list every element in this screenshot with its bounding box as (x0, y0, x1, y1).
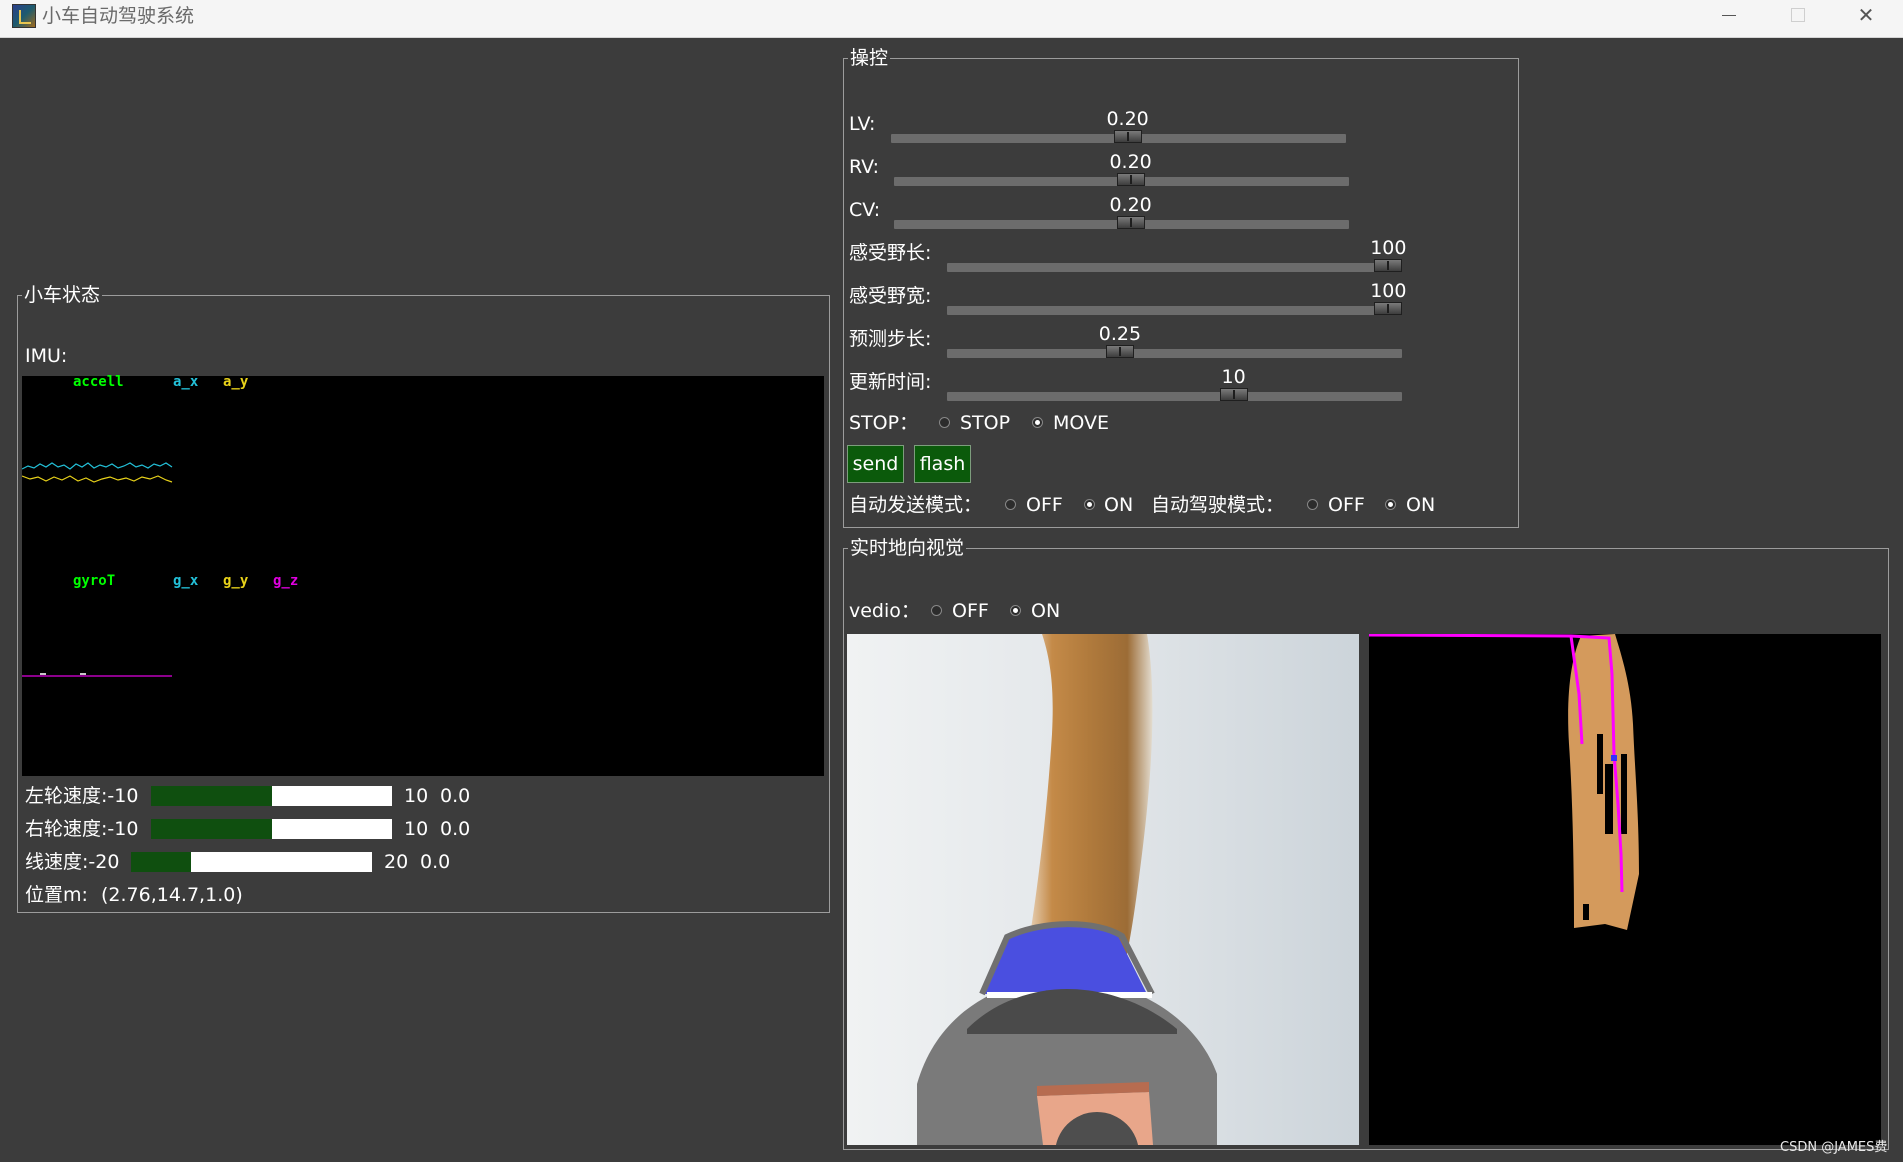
left-wheel-progress (151, 786, 392, 806)
position-label: 位置m: (25, 884, 88, 906)
close-button[interactable]: ✕ (1832, 0, 1900, 30)
send-button[interactable]: send (847, 445, 904, 483)
imu-plot: accell a_x a_y gyroT g_x g_y g_z (22, 374, 824, 776)
line-speed-fill (131, 852, 192, 872)
gyro-marker-1 (40, 673, 46, 675)
slider-update-time-value: 10 (1221, 366, 1246, 388)
position-value: (2.76,14.7,1.0) (101, 884, 243, 906)
slider-rv[interactable]: 0.20 (894, 151, 1349, 186)
app-window: 小车自动驾驶系统 ✕ 小车状态 IMU: accell a_x a_y gyro… (0, 0, 1903, 1162)
move-radio-label[interactable]: MOVE (1053, 411, 1109, 435)
slider-field-width-handle[interactable] (1374, 302, 1403, 315)
slider-field-length-label: 感受野长: (849, 242, 932, 264)
processed-scene (1369, 634, 1639, 930)
accel-y-curve (22, 475, 173, 483)
stop-mode-label: STOP： (849, 412, 919, 434)
right-wheel-fill (151, 819, 272, 839)
minimize-button[interactable] (1695, 0, 1763, 30)
slider-rv-label: RV: (849, 156, 880, 178)
app-icon (12, 4, 36, 28)
slider-field-width[interactable]: 100 (947, 280, 1406, 315)
camera-scene (847, 634, 1359, 1145)
right-wheel-progress (151, 819, 392, 839)
slider-cv-label: CV: (849, 199, 881, 221)
processed-view (1369, 634, 1881, 1145)
close-icon: ✕ (1857, 3, 1875, 27)
control-group-title: 操控 (848, 46, 891, 70)
auto-drive-on-label[interactable]: ON (1406, 493, 1435, 517)
stop-radio-label[interactable]: STOP (960, 411, 1010, 435)
slider-cv-handle[interactable] (1116, 216, 1145, 229)
slider-field-width-value: 100 (1370, 280, 1407, 302)
line-speed-progress (131, 852, 372, 872)
gyro-marker-2 (80, 673, 86, 675)
watermark: CSDN @JAMES费 (1780, 1140, 1888, 1155)
left-wheel-fill (151, 786, 272, 806)
slider-predict-step[interactable]: 0.25 (947, 323, 1402, 358)
auto-drive-off-radio[interactable] (1307, 499, 1318, 510)
road-mask (1568, 634, 1639, 930)
slider-rv-value: 0.20 (1109, 151, 1152, 173)
slider-cv-value: 0.20 (1109, 194, 1152, 216)
left-wheel-value: 0.0 (440, 785, 471, 807)
maximize-button[interactable] (1763, 0, 1831, 30)
line-speed-value: 0.0 (420, 851, 451, 873)
right-wheel-label: 右轮速度:-10 (25, 818, 139, 840)
slider-cv[interactable]: 0.20 (894, 194, 1349, 229)
vision-group-title: 实时地向视觉 (848, 536, 967, 560)
road-hole-3 (1621, 754, 1627, 834)
right-wheel-max: 10 (404, 818, 429, 840)
slider-field-length-value: 100 (1370, 237, 1407, 259)
slider-predict-step-handle[interactable] (1105, 345, 1134, 358)
video-off-radio[interactable] (931, 605, 942, 616)
slider-rv-handle[interactable] (1116, 173, 1145, 186)
status-group-title: 小车状态 (22, 283, 103, 307)
slider-lv-handle[interactable] (1113, 130, 1142, 143)
line-speed-label: 线速度:-20 (25, 851, 120, 873)
slider-lv-value: 0.20 (1106, 108, 1149, 130)
left-wheel-label: 左轮速度:-10 (25, 785, 139, 807)
slider-predict-step-label: 预测步长: (849, 328, 932, 350)
title-bar[interactable]: 小车自动驾驶系统 ✕ (0, 0, 1903, 38)
video-on-label[interactable]: ON (1031, 599, 1060, 623)
accel-x-curve (22, 462, 173, 470)
video-on-radio[interactable] (1010, 605, 1021, 616)
auto-send-on-radio[interactable] (1084, 499, 1095, 510)
slider-update-time-handle[interactable] (1219, 388, 1248, 401)
window-title: 小车自动驾驶系统 (42, 5, 195, 27)
right-wheel-value: 0.0 (440, 818, 471, 840)
slider-predict-step-value: 0.25 (1098, 323, 1142, 345)
road-hole-4 (1583, 904, 1589, 920)
imu-curves (22, 462, 173, 677)
imu-label: IMU: (25, 345, 68, 367)
slider-lv-label: LV: (849, 113, 876, 135)
flash-button[interactable]: flash (914, 445, 971, 483)
auto-drive-label: 自动驾驶模式： (1151, 494, 1285, 516)
slider-update-time-label: 更新时间: (849, 371, 932, 393)
stop-radio[interactable] (939, 417, 950, 428)
video-off-label[interactable]: OFF (952, 599, 989, 623)
video-label: vedio： (849, 600, 920, 622)
auto-send-off-label[interactable]: OFF (1026, 493, 1063, 517)
slider-lv[interactable]: 0.20 (891, 108, 1346, 143)
auto-send-on-label[interactable]: ON (1104, 493, 1133, 517)
camera-view (847, 634, 1359, 1145)
auto-drive-on-radio[interactable] (1385, 499, 1396, 510)
maximize-icon (1791, 8, 1805, 22)
road-hole-2 (1605, 764, 1613, 834)
road-hole-1 (1597, 734, 1603, 794)
target-point (1611, 755, 1617, 761)
auto-send-label: 自动发送模式： (849, 494, 983, 516)
auto-drive-off-label[interactable]: OFF (1328, 493, 1365, 517)
slider-update-time[interactable]: 10 (947, 366, 1402, 401)
move-radio[interactable] (1032, 417, 1043, 428)
left-wheel-max: 10 (404, 785, 429, 807)
auto-send-off-radio[interactable] (1005, 499, 1016, 510)
minimize-icon (1722, 15, 1736, 16)
slider-field-length-handle[interactable] (1374, 259, 1403, 272)
slider-field-width-label: 感受野宽: (849, 285, 932, 307)
slider-field-length[interactable]: 100 (947, 237, 1406, 272)
line-speed-max: 20 (384, 851, 409, 873)
